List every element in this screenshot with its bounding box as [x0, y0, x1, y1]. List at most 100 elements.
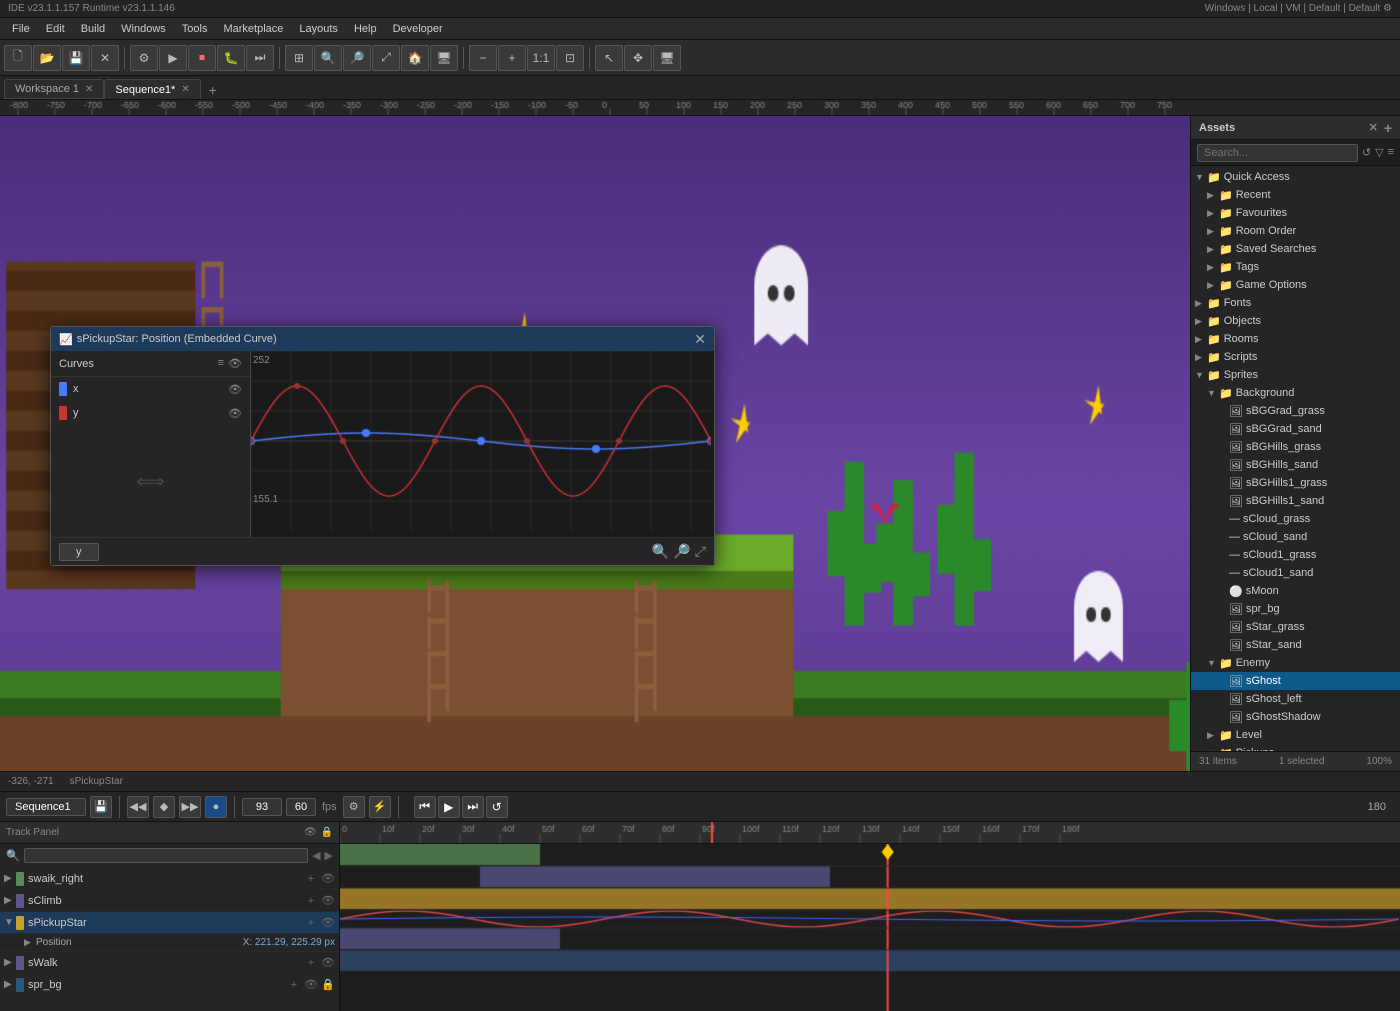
toolbar-select[interactable]: ↖: [595, 45, 623, 71]
curve-row-y[interactable]: y 👁: [51, 401, 250, 425]
curve-y-tab-button[interactable]: y: [59, 543, 99, 561]
sub-track-position[interactable]: ▶ Position X: 221.29, 225.29 px: [0, 934, 339, 952]
tree-item-scloud_sand[interactable]: —sCloud_sand: [1191, 528, 1400, 546]
workspace-close[interactable]: ✕: [85, 84, 93, 95]
tree-item-recent[interactable]: ▶📁Recent: [1191, 186, 1400, 204]
menu-file[interactable]: File: [4, 21, 38, 37]
toolbar-zoom-minus[interactable]: −: [469, 45, 497, 71]
toolbar-settings[interactable]: ⚙: [130, 45, 158, 71]
zoom-out-icon[interactable]: 🔍: [652, 543, 669, 560]
fps-input[interactable]: [286, 798, 316, 816]
zoom-in-icon[interactable]: 🔎: [673, 543, 690, 560]
tl-save-btn[interactable]: 💾: [90, 796, 112, 818]
timeline-area[interactable]: [340, 822, 1400, 1011]
assets-search-input[interactable]: [1197, 144, 1358, 162]
track-expand-swalk[interactable]: ▶: [4, 957, 16, 968]
current-frame-input[interactable]: [242, 798, 282, 816]
curve-y-eye[interactable]: 👁: [228, 407, 242, 420]
menu-tools[interactable]: Tools: [174, 21, 216, 37]
track-nav-next[interactable]: ▶: [325, 849, 333, 862]
menu-layouts[interactable]: Layouts: [291, 21, 346, 37]
toolbar-rooms[interactable]: 🏠: [401, 45, 429, 71]
curves-sort-icon[interactable]: ≡: [218, 357, 224, 370]
track-row-spickupstar[interactable]: ▼ sPickupStar + 👁: [0, 912, 339, 934]
tracks-canvas[interactable]: [340, 844, 1400, 1011]
toolbar-open[interactable]: 📂: [33, 45, 61, 71]
track-expand-sclimb[interactable]: ▶: [4, 895, 16, 906]
tree-item-spr_bg[interactable]: 🖼spr_bg: [1191, 600, 1400, 618]
tree-item-smoon[interactable]: ⚪sMoon: [1191, 582, 1400, 600]
tree-item-saved-searches[interactable]: ▶📁Saved Searches: [1191, 240, 1400, 258]
tree-item-scloud1_grass[interactable]: —sCloud1_grass: [1191, 546, 1400, 564]
menu-developer[interactable]: Developer: [385, 21, 451, 37]
toolbar-zoom-plus[interactable]: +: [498, 45, 526, 71]
menu-marketplace[interactable]: Marketplace: [215, 21, 291, 37]
sub-expand-pos[interactable]: ▶: [24, 937, 36, 948]
toolbar-fit[interactable]: ⤢: [372, 45, 400, 71]
track-expand-spickup[interactable]: ▼: [4, 917, 16, 928]
curves-eye-icon[interactable]: 👁: [228, 357, 242, 370]
editor-viewport[interactable]: 📈 sPickupStar: Position (Embedded Curve)…: [0, 116, 1190, 771]
tl-next-btn[interactable]: ▶▶: [179, 796, 201, 818]
pb-end-btn[interactable]: ⏭: [462, 796, 484, 818]
assets-panel-add[interactable]: +: [1384, 120, 1392, 136]
tl-add-key-btn[interactable]: ◆: [153, 796, 175, 818]
tree-item-sghost[interactable]: 🖼sGhost: [1191, 672, 1400, 690]
tree-item-sstar_sand[interactable]: 🖼sStar_sand: [1191, 636, 1400, 654]
toolbar-new[interactable]: 🗋: [4, 45, 32, 71]
zoom-fit-icon[interactable]: ⤢: [695, 543, 706, 560]
track-search-input[interactable]: [24, 848, 308, 863]
tree-item-scloud1_sand[interactable]: —sCloud1_sand: [1191, 564, 1400, 582]
menu-edit[interactable]: Edit: [38, 21, 73, 37]
toolbar-zoom-reset[interactable]: 1:1: [527, 45, 555, 71]
dialog-close-button[interactable]: ✕: [694, 331, 706, 348]
track-add-swaik[interactable]: +: [304, 872, 318, 886]
tree-item-sghost_left[interactable]: 🖼sGhost_left: [1191, 690, 1400, 708]
pb-loop-btn[interactable]: ↺: [486, 796, 508, 818]
toolbar-move[interactable]: ✥: [624, 45, 652, 71]
toolbar-zoom-in[interactable]: 🔎: [343, 45, 371, 71]
menu-windows[interactable]: Windows: [113, 21, 174, 37]
toolbar-monitor[interactable]: 🖥: [430, 45, 458, 71]
search-refresh-icon[interactable]: ↺: [1362, 146, 1371, 159]
curve-x-eye[interactable]: 👁: [228, 383, 242, 396]
track-eye-swalk[interactable]: 👁: [321, 956, 335, 970]
tree-item-scripts[interactable]: ▶📁Scripts: [1191, 348, 1400, 366]
toolbar-display[interactable]: 🖥: [653, 45, 681, 71]
sequence1-close[interactable]: ✕: [181, 84, 189, 95]
track-eye-swaik[interactable]: 👁: [321, 872, 335, 886]
track-row-swalk[interactable]: ▶ sWalk + 👁: [0, 952, 339, 974]
toolbar-play[interactable]: ▶: [159, 45, 187, 71]
tl-prev-btn[interactable]: ◀◀: [127, 796, 149, 818]
tree-item-tags[interactable]: ▶📁Tags: [1191, 258, 1400, 276]
tree-item-enemy[interactable]: ▼📁Enemy: [1191, 654, 1400, 672]
pb-start-btn[interactable]: ⏮: [414, 796, 436, 818]
track-expand-sprbg[interactable]: ▶: [4, 979, 16, 990]
tl-active-btn[interactable]: ●: [205, 796, 227, 818]
track-eye-spickup[interactable]: 👁: [321, 916, 335, 930]
track-eye-sclimb[interactable]: 👁: [321, 894, 335, 908]
track-eye-sprbg[interactable]: 👁: [304, 978, 318, 992]
toolbar-stop[interactable]: ⏹: [188, 45, 216, 71]
tab-sequence1[interactable]: Sequence1* ✕: [104, 79, 200, 99]
toolbar-grid[interactable]: ⊞: [285, 45, 313, 71]
tab-workspace[interactable]: Workspace 1 ✕: [4, 79, 104, 99]
curve-row-x[interactable]: x 👁: [51, 377, 250, 401]
toolbar-close[interactable]: ✕: [91, 45, 119, 71]
track-eye-icon[interactable]: 👁: [304, 827, 317, 838]
tree-item-fonts[interactable]: ▶📁Fonts: [1191, 294, 1400, 312]
track-add-spickup[interactable]: +: [304, 916, 318, 930]
tree-item-sbghills_sand[interactable]: 🖼sBGHills_sand: [1191, 456, 1400, 474]
tree-item-sstar_grass[interactable]: 🖼sStar_grass: [1191, 618, 1400, 636]
tl-lightning-btn[interactable]: ⚡: [369, 796, 391, 818]
toolbar-step-over[interactable]: ⏭: [246, 45, 274, 71]
tl-fps-btn[interactable]: ⚙: [343, 796, 365, 818]
search-menu-icon[interactable]: ≡: [1388, 146, 1394, 159]
track-add-swalk[interactable]: +: [304, 956, 318, 970]
toolbar-zoom-fit-all[interactable]: ⊡: [556, 45, 584, 71]
assets-panel-close[interactable]: ✕: [1369, 121, 1378, 134]
tree-item-quick-access[interactable]: ▼📁Quick Access: [1191, 168, 1400, 186]
tab-add[interactable]: +: [204, 81, 222, 99]
curves-graph[interactable]: 252 155.1: [251, 351, 714, 537]
tree-item-sprites[interactable]: ▼📁Sprites: [1191, 366, 1400, 384]
